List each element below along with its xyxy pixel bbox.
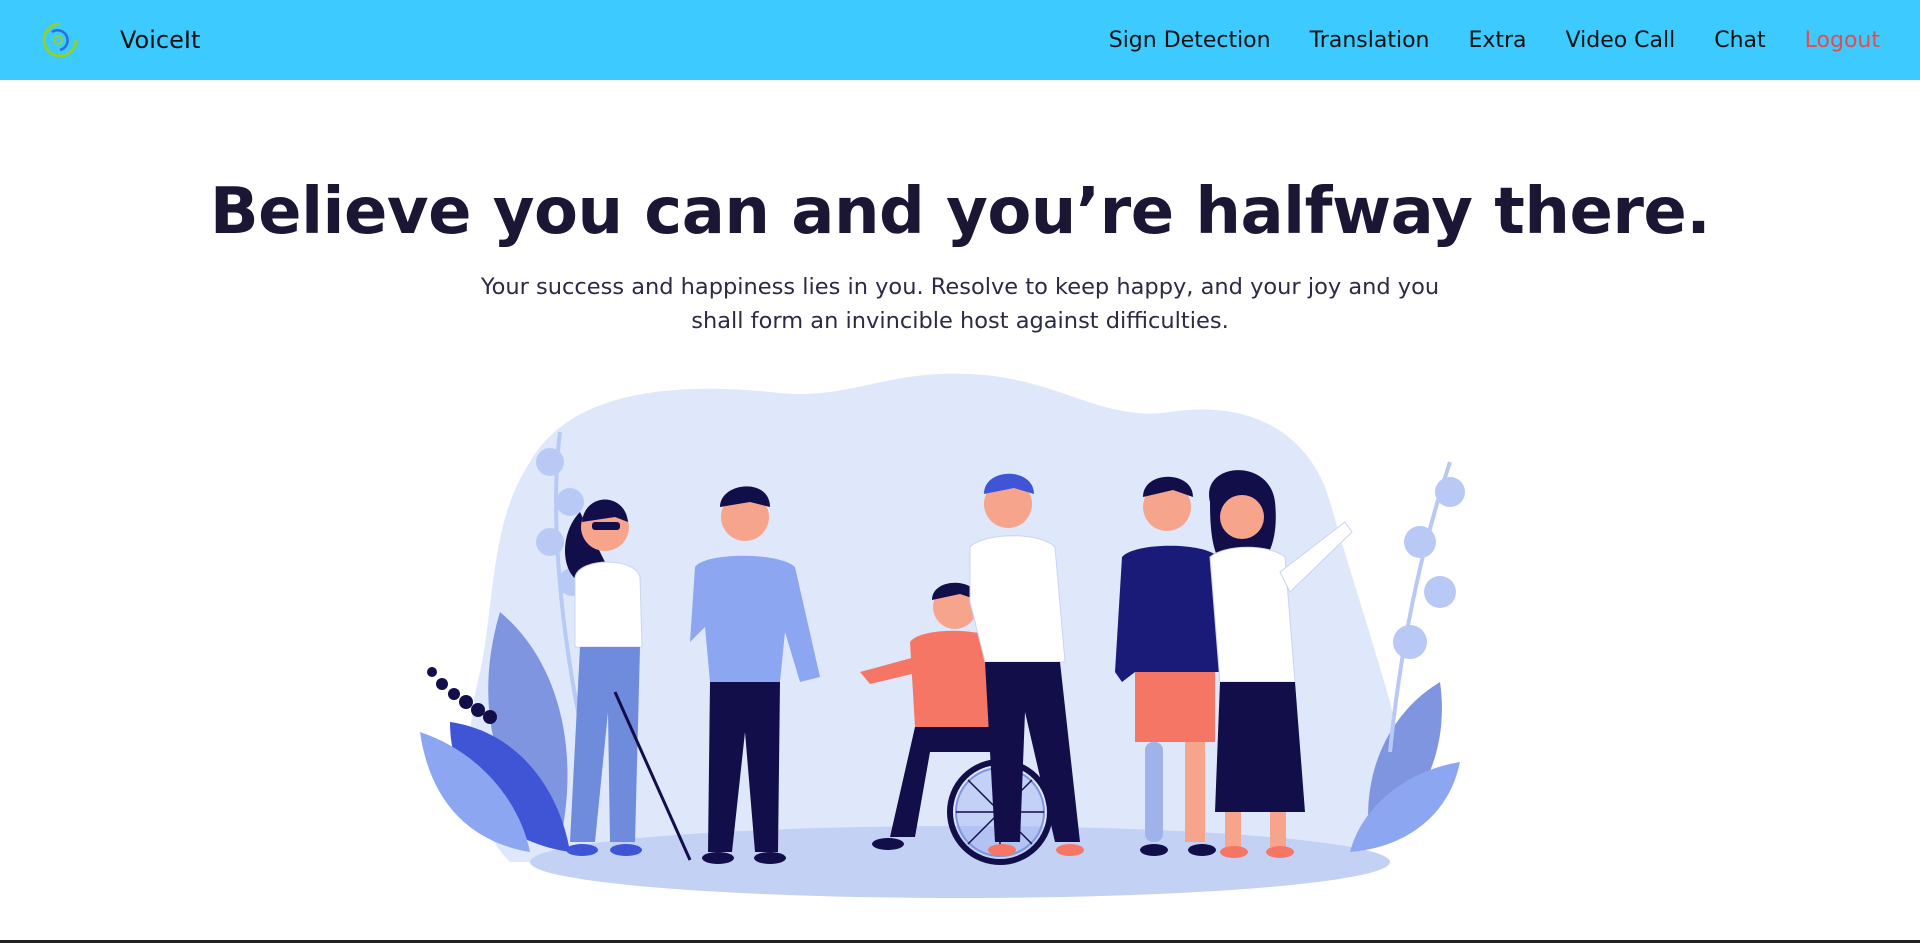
brand[interactable]: VoiceIt (40, 20, 200, 60)
right-fern-leaf (1424, 576, 1456, 608)
right-fern-leaf (1404, 526, 1436, 558)
nav-link-sign-detection[interactable]: Sign Detection (1109, 28, 1271, 53)
right-fern-leaf (1393, 625, 1427, 659)
hero-title: Believe you can and you’re halfway there… (209, 175, 1711, 249)
brand-name[interactable]: VoiceIt (120, 26, 200, 54)
left-fern-leaf (536, 448, 564, 476)
nav-link-translation[interactable]: Translation (1310, 28, 1430, 53)
nav-link-extra[interactable]: Extra (1468, 28, 1526, 53)
left-fern-leaf (556, 488, 584, 516)
nav-link-chat[interactable]: Chat (1714, 28, 1765, 53)
nav-links: Sign Detection Translation Extra Video C… (1070, 0, 1880, 80)
diverse-people-group-illustration (420, 373, 1465, 898)
left-fern-leaf (536, 528, 564, 556)
right-fern-leaf (1435, 477, 1465, 507)
nav-link-logout[interactable]: Logout (1805, 28, 1880, 53)
voiceit-logo-icon[interactable] (40, 20, 80, 60)
nav-link-video-call[interactable]: Video Call (1566, 28, 1676, 53)
top-navbar: VoiceIt Sign Detection Translation Extra… (0, 0, 1920, 80)
hero-subtitle: Your success and happiness lies in you. … (480, 274, 1440, 334)
